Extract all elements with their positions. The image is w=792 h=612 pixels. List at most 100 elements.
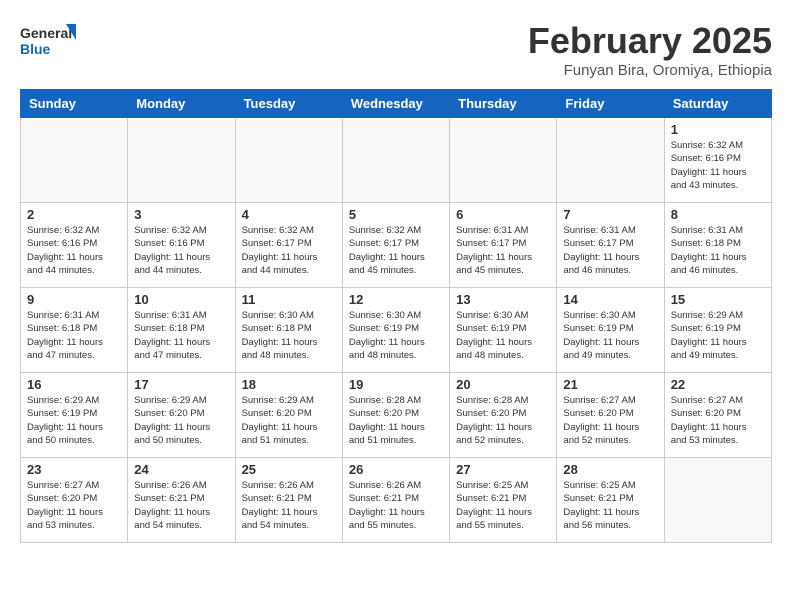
calendar-cell: 19 Sunrise: 6:28 AM Sunset: 6:20 PM Dayli… — [342, 373, 449, 458]
calendar-cell: 23 Sunrise: 6:27 AM Sunset: 6:20 PM Dayli… — [21, 458, 128, 543]
day-number: 16 — [27, 377, 121, 392]
day-info: Sunrise: 6:28 AM Sunset: 6:20 PM Dayligh… — [456, 394, 550, 447]
day-number: 1 — [671, 122, 765, 137]
calendar-cell: 24 Sunrise: 6:26 AM Sunset: 6:21 PM Dayli… — [128, 458, 235, 543]
day-info: Sunrise: 6:25 AM Sunset: 6:21 PM Dayligh… — [456, 479, 550, 532]
calendar-cell: 22 Sunrise: 6:27 AM Sunset: 6:20 PM Dayli… — [664, 373, 771, 458]
week-row-2: 9 Sunrise: 6:31 AM Sunset: 6:18 PM Daylig… — [21, 288, 772, 373]
week-row-4: 23 Sunrise: 6:27 AM Sunset: 6:20 PM Dayli… — [21, 458, 772, 543]
day-info: Sunrise: 6:27 AM Sunset: 6:20 PM Dayligh… — [27, 479, 121, 532]
calendar-cell: 5Sunrise: 6:32 AM Sunset: 6:17 PM Daylig… — [342, 203, 449, 288]
day-number: 8 — [671, 207, 765, 222]
calendar-cell: 11 Sunrise: 6:30 AM Sunset: 6:18 PM Dayli… — [235, 288, 342, 373]
calendar-cell — [235, 118, 342, 203]
day-info: Sunrise: 6:26 AM Sunset: 6:21 PM Dayligh… — [242, 479, 336, 532]
calendar-cell: 18Sunrise: 6:29 AM Sunset: 6:20 PM Dayli… — [235, 373, 342, 458]
day-info: Sunrise: 6:32 AM Sunset: 6:16 PM Dayligh… — [671, 139, 765, 192]
calendar-cell: 26 Sunrise: 6:26 AM Sunset: 6:21 PM Dayli… — [342, 458, 449, 543]
day-info: Sunrise: 6:27 AM Sunset: 6:20 PM Dayligh… — [671, 394, 765, 447]
logo: GeneralBlue — [20, 20, 80, 60]
calendar-cell: 9 Sunrise: 6:31 AM Sunset: 6:18 PM Daylig… — [21, 288, 128, 373]
day-number: 5 — [349, 207, 443, 222]
week-row-1: 2Sunrise: 6:32 AM Sunset: 6:16 PM Daylig… — [21, 203, 772, 288]
day-info: Sunrise: 6:28 AM Sunset: 6:20 PM Dayligh… — [349, 394, 443, 447]
day-info: Sunrise: 6:30 AM Sunset: 6:18 PM Dayligh… — [242, 309, 336, 362]
day-number: 9 — [27, 292, 121, 307]
calendar-cell: 7 Sunrise: 6:31 AM Sunset: 6:17 PM Daylig… — [557, 203, 664, 288]
day-number: 10 — [134, 292, 228, 307]
day-number: 17 — [134, 377, 228, 392]
calendar-cell: 20Sunrise: 6:28 AM Sunset: 6:20 PM Dayli… — [450, 373, 557, 458]
day-number: 28 — [563, 462, 657, 477]
calendar-cell: 3 Sunrise: 6:32 AM Sunset: 6:16 PM Daylig… — [128, 203, 235, 288]
calendar-cell — [450, 118, 557, 203]
svg-text:General: General — [20, 25, 72, 41]
calendar-cell: 1 Sunrise: 6:32 AM Sunset: 6:16 PM Daylig… — [664, 118, 771, 203]
day-number: 6 — [456, 207, 550, 222]
day-info: Sunrise: 6:31 AM Sunset: 6:17 PM Dayligh… — [563, 224, 657, 277]
calendar-cell: 6 Sunrise: 6:31 AM Sunset: 6:17 PM Daylig… — [450, 203, 557, 288]
week-row-0: 1 Sunrise: 6:32 AM Sunset: 6:16 PM Daylig… — [21, 118, 772, 203]
weekday-header-wednesday: Wednesday — [342, 90, 449, 118]
day-number: 7 — [563, 207, 657, 222]
day-info: Sunrise: 6:27 AM Sunset: 6:20 PM Dayligh… — [563, 394, 657, 447]
day-number: 15 — [671, 292, 765, 307]
day-info: Sunrise: 6:31 AM Sunset: 6:18 PM Dayligh… — [671, 224, 765, 277]
calendar-cell: 13 Sunrise: 6:30 AM Sunset: 6:19 PM Dayli… — [450, 288, 557, 373]
calendar-cell — [128, 118, 235, 203]
weekday-header-thursday: Thursday — [450, 90, 557, 118]
day-number: 24 — [134, 462, 228, 477]
day-number: 21 — [563, 377, 657, 392]
day-number: 23 — [27, 462, 121, 477]
day-info: Sunrise: 6:29 AM Sunset: 6:20 PM Dayligh… — [134, 394, 228, 447]
day-number: 19 — [349, 377, 443, 392]
day-info: Sunrise: 6:32 AM Sunset: 6:17 PM Dayligh… — [242, 224, 336, 277]
day-info: Sunrise: 6:25 AM Sunset: 6:21 PM Dayligh… — [563, 479, 657, 532]
calendar-cell: 12 Sunrise: 6:30 AM Sunset: 6:19 PM Dayli… — [342, 288, 449, 373]
month-year: February 2025 — [528, 20, 772, 62]
week-row-3: 16 Sunrise: 6:29 AM Sunset: 6:19 PM Dayli… — [21, 373, 772, 458]
calendar-cell: 4 Sunrise: 6:32 AM Sunset: 6:17 PM Daylig… — [235, 203, 342, 288]
day-number: 26 — [349, 462, 443, 477]
calendar-cell: 28 Sunrise: 6:25 AM Sunset: 6:21 PM Dayli… — [557, 458, 664, 543]
day-number: 3 — [134, 207, 228, 222]
day-info: Sunrise: 6:29 AM Sunset: 6:19 PM Dayligh… — [27, 394, 121, 447]
calendar-cell — [21, 118, 128, 203]
calendar-cell: 10 Sunrise: 6:31 AM Sunset: 6:18 PM Dayli… — [128, 288, 235, 373]
calendar-cell: 2Sunrise: 6:32 AM Sunset: 6:16 PM Daylig… — [21, 203, 128, 288]
day-info: Sunrise: 6:29 AM Sunset: 6:19 PM Dayligh… — [671, 309, 765, 362]
weekday-header-row: SundayMondayTuesdayWednesdayThursdayFrid… — [21, 90, 772, 118]
calendar-cell: 16 Sunrise: 6:29 AM Sunset: 6:19 PM Dayli… — [21, 373, 128, 458]
day-info: Sunrise: 6:26 AM Sunset: 6:21 PM Dayligh… — [349, 479, 443, 532]
day-info: Sunrise: 6:31 AM Sunset: 6:18 PM Dayligh… — [27, 309, 121, 362]
calendar-cell — [342, 118, 449, 203]
day-number: 4 — [242, 207, 336, 222]
day-number: 14 — [563, 292, 657, 307]
day-number: 11 — [242, 292, 336, 307]
weekday-header-tuesday: Tuesday — [235, 90, 342, 118]
location: Funyan Bira, Oromiya, Ethiopia — [528, 62, 772, 79]
day-info: Sunrise: 6:30 AM Sunset: 6:19 PM Dayligh… — [349, 309, 443, 362]
day-info: Sunrise: 6:32 AM Sunset: 6:16 PM Dayligh… — [27, 224, 121, 277]
calendar-cell: 15 Sunrise: 6:29 AM Sunset: 6:19 PM Dayli… — [664, 288, 771, 373]
calendar-cell: 21 Sunrise: 6:27 AM Sunset: 6:20 PM Dayli… — [557, 373, 664, 458]
svg-text:Blue: Blue — [20, 41, 51, 57]
calendar-cell: 8 Sunrise: 6:31 AM Sunset: 6:18 PM Daylig… — [664, 203, 771, 288]
day-number: 12 — [349, 292, 443, 307]
day-info: Sunrise: 6:31 AM Sunset: 6:17 PM Dayligh… — [456, 224, 550, 277]
weekday-header-monday: Monday — [128, 90, 235, 118]
day-number: 22 — [671, 377, 765, 392]
day-info: Sunrise: 6:30 AM Sunset: 6:19 PM Dayligh… — [456, 309, 550, 362]
day-number: 27 — [456, 462, 550, 477]
day-info: Sunrise: 6:31 AM Sunset: 6:18 PM Dayligh… — [134, 309, 228, 362]
day-info: Sunrise: 6:32 AM Sunset: 6:16 PM Dayligh… — [134, 224, 228, 277]
weekday-header-friday: Friday — [557, 90, 664, 118]
calendar-cell: 25Sunrise: 6:26 AM Sunset: 6:21 PM Dayli… — [235, 458, 342, 543]
day-number: 13 — [456, 292, 550, 307]
page-header: GeneralBlue February 2025 Funyan Bira, O… — [20, 20, 772, 79]
day-info: Sunrise: 6:26 AM Sunset: 6:21 PM Dayligh… — [134, 479, 228, 532]
calendar-cell — [557, 118, 664, 203]
title-section: February 2025 Funyan Bira, Oromiya, Ethi… — [528, 20, 772, 79]
logo-svg: GeneralBlue — [20, 20, 80, 60]
weekday-header-saturday: Saturday — [664, 90, 771, 118]
